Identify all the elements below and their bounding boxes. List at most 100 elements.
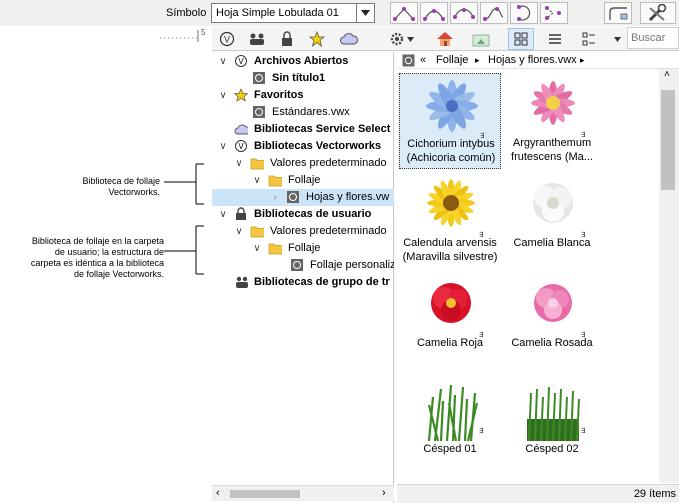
tree-item-service-select[interactable]: Bibliotecas Service Select (212, 121, 394, 138)
cloud-icon (340, 33, 358, 45)
search-input[interactable]: Buscar (627, 27, 679, 49)
resource-item[interactable]: ∃ Argyranthemum frutescens (Ma... (501, 73, 603, 169)
back-button[interactable]: « (420, 52, 426, 69)
curve-corner-icon (393, 7, 415, 21)
resource-item[interactable]: ∃ Cichorium intybus (Achicoria común) (399, 73, 501, 169)
resource-name-line2: (Maravilla silvestre) (402, 251, 498, 263)
resource-toolbar: V (212, 27, 679, 51)
workgroup-libraries-button[interactable] (244, 28, 270, 50)
star-icon (234, 88, 248, 102)
scrollbar-thumb[interactable] (661, 90, 675, 190)
annotation-brackets (164, 163, 204, 275)
settings-dropdown[interactable] (404, 28, 416, 50)
resource-item[interactable]: ∃ Camelia Blanca (501, 173, 603, 269)
vectorworks-logo-icon: V (235, 55, 247, 67)
resource-name: Camelia Rosada (501, 336, 603, 350)
tree-item-user-defaults[interactable]: ∨ Valores predeterminado (212, 223, 394, 240)
resource-item[interactable]: ∃ Césped 02 (501, 379, 603, 469)
resource-name: Cichorium intybus (Achicoria común) (400, 137, 502, 165)
list-view-button[interactable] (542, 28, 568, 50)
breadcrumb-file[interactable]: Hojas y flores.vwx (488, 52, 577, 69)
curve-mode-3-button[interactable] (450, 2, 478, 24)
tree-item-foliage[interactable]: ∨ Follaje (212, 172, 394, 189)
resource-item[interactable]: ∃ Camelia Rosada (501, 273, 603, 363)
chevron-down-icon[interactable]: ∨ (234, 223, 244, 240)
svg-text:V: V (238, 142, 244, 151)
tree-item-defaults[interactable]: ∨ Valores predeterminado (212, 155, 394, 172)
resource-name: Camelia Roja (399, 336, 501, 350)
tree-item-leaves-flowers[interactable]: › Hojas y flores.vw (212, 189, 394, 206)
annotation-text: Biblioteca de follaje en la carpeta (31, 236, 164, 246)
annotation-user-foliage: Biblioteca de follaje en la carpeta de u… (4, 236, 164, 280)
tree-item-open-files[interactable]: ∨ V Archivos Abiertos (212, 53, 394, 70)
resource-name-line1: Argyranthemum (512, 137, 592, 149)
vectorworks-libraries-button[interactable]: V (214, 28, 240, 50)
chevron-right-icon[interactable]: › (270, 189, 280, 206)
group-icon (236, 276, 248, 288)
open-folder-button[interactable] (468, 28, 494, 50)
grid-view-icon (514, 32, 528, 46)
chevron-down-icon[interactable]: ∨ (218, 206, 228, 223)
tree-item-user-foliage[interactable]: ∨ Follaje (212, 240, 394, 257)
resource-name: Calendula arvensis (Maravilla silvestre) (399, 236, 501, 264)
resource-item[interactable]: ∃ Calendula arvensis (Maravilla silvestre… (399, 173, 501, 269)
tree-horizontal-scrollbar[interactable]: ‹ › (212, 485, 394, 501)
annotation-vectorworks-foliage: Biblioteca de follaje Vectorworks. (60, 176, 160, 198)
argyranthemum-flower-image (531, 81, 575, 125)
tree-item-untitled[interactable]: Sin título1 (212, 70, 394, 87)
resource-name-line1: Camelia Roja (416, 337, 484, 349)
resource-name-line1: Cichorium intybus (407, 138, 495, 150)
annotation-text: Vectorworks. (108, 187, 160, 197)
search-options-dropdown[interactable] (610, 28, 624, 50)
home-button[interactable] (432, 28, 458, 50)
user-libraries-button[interactable] (274, 28, 300, 50)
folder-image-icon (472, 34, 490, 47)
folder-icon (250, 226, 264, 238)
tree-item-workgroup-libraries[interactable]: Bibliotecas de grupo de tr (212, 274, 394, 291)
breadcrumb-folder[interactable]: Follaje (436, 52, 468, 69)
scroll-up-icon[interactable]: ˄ (664, 69, 670, 80)
symbol-select[interactable]: Hoja Simple Lobulada 01 (211, 3, 357, 23)
curve-bezier-icon (423, 9, 445, 21)
tree-item-standards[interactable]: Estándares.vwx (212, 104, 394, 121)
tree-item-favorites[interactable]: ∨ Favoritos (212, 87, 394, 104)
curve-mode-5-button[interactable] (510, 2, 538, 24)
breadcrumb-more[interactable]: ▸ (580, 52, 585, 69)
vectorworks-logo-icon: V (235, 140, 247, 152)
curve-mode-2-button[interactable] (420, 2, 448, 24)
ruler-mark: 5 (201, 28, 206, 37)
curve-mode-6-button[interactable] (540, 2, 568, 24)
tree-item-label: Follaje (288, 174, 321, 186)
group-icon (250, 33, 264, 45)
detail-view-button[interactable] (576, 28, 602, 50)
cloud-libraries-button[interactable] (336, 28, 362, 50)
fillet-tool-button[interactable] (604, 2, 632, 24)
symbol-dropdown-button[interactable] (357, 3, 375, 23)
resource-grid: ∃ Cichorium intybus (Achicoria común) ∃ A… (397, 69, 659, 485)
symbol-label: Símbolo (166, 7, 207, 19)
chevron-down-icon[interactable]: ∨ (218, 138, 228, 155)
tree-item-label: Estándares.vwx (272, 106, 350, 118)
resource-item[interactable]: ∃ Césped 01 (399, 379, 501, 469)
scroll-left-icon[interactable]: ‹ (216, 487, 220, 499)
chevron-down-icon[interactable]: ∨ (218, 87, 228, 104)
scroll-right-icon[interactable]: › (382, 487, 386, 499)
svg-text:V: V (224, 35, 230, 45)
settings-tool-button[interactable] (640, 2, 676, 24)
resource-item[interactable]: ∃ Camelia Roja (399, 273, 501, 363)
tree-item-label: Bibliotecas de usuario (254, 208, 372, 220)
annotation-text: de usuario; la estructura de (54, 247, 164, 257)
tree-item-custom-foliage[interactable]: Follaje personaliz (212, 257, 394, 274)
chevron-down-icon[interactable]: ∨ (252, 172, 262, 189)
detail-view-icon (582, 32, 595, 46)
curve-mode-4-button[interactable] (480, 2, 508, 24)
thumbnail-view-button[interactable] (508, 28, 534, 50)
tree-item-user-libraries[interactable]: ∨ Bibliotecas de usuario (212, 206, 394, 223)
chevron-down-icon[interactable]: ∨ (234, 155, 244, 172)
chevron-down-icon[interactable]: ∨ (252, 240, 262, 257)
tree-item-vectorworks-libraries[interactable]: ∨ V Bibliotecas Vectorworks (212, 138, 394, 155)
chevron-down-icon[interactable]: ∨ (218, 53, 228, 70)
curve-mode-1-button[interactable] (390, 2, 418, 24)
scrollbar-thumb[interactable] (230, 490, 300, 498)
favorites-button[interactable] (304, 28, 330, 50)
